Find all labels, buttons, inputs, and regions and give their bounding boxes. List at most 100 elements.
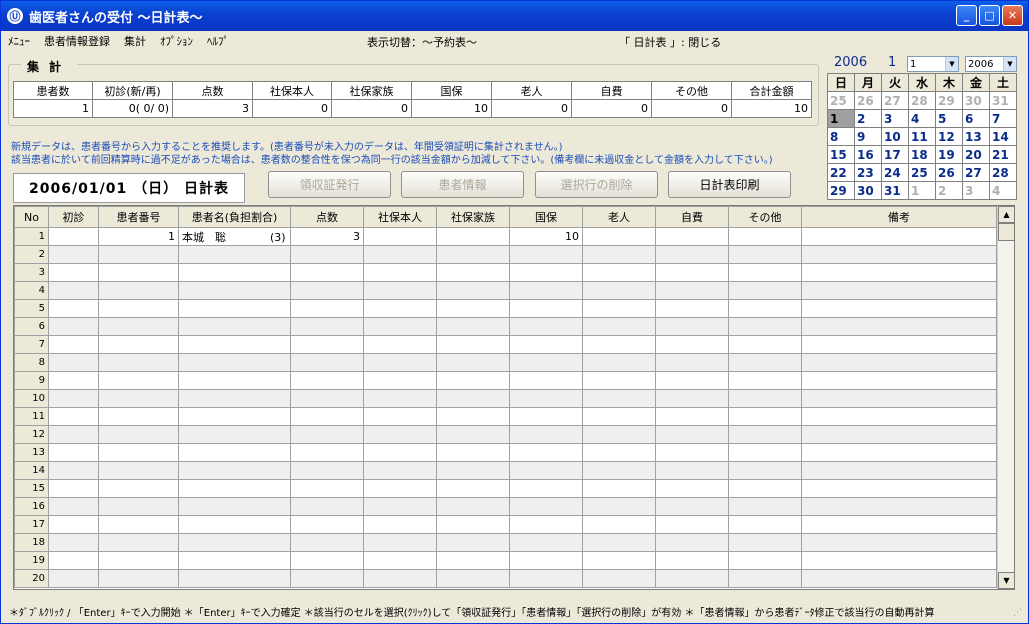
- grid-cell[interactable]: 3: [290, 227, 364, 246]
- table-row[interactable]: 19: [14, 551, 997, 570]
- grid-cell[interactable]: [655, 461, 729, 480]
- scroll-thumb[interactable]: [998, 223, 1014, 241]
- grid-column-header[interactable]: 自費: [655, 206, 729, 228]
- table-row[interactable]: 7: [14, 335, 997, 354]
- grid-cell[interactable]: [801, 389, 997, 408]
- grid-cell[interactable]: [436, 479, 510, 498]
- grid-cell[interactable]: [582, 353, 656, 372]
- grid-cell[interactable]: [98, 407, 179, 426]
- grid-column-header[interactable]: No: [14, 206, 49, 228]
- grid-cell[interactable]: [436, 569, 510, 588]
- calendar-day[interactable]: 17: [881, 145, 909, 164]
- grid-cell[interactable]: [48, 227, 99, 246]
- calendar-day[interactable]: 26: [854, 91, 882, 110]
- grid-cell[interactable]: [436, 551, 510, 570]
- grid-cell[interactable]: [509, 371, 583, 390]
- grid-cell[interactable]: [178, 515, 291, 534]
- grid-cell[interactable]: [728, 443, 802, 462]
- grid-cell[interactable]: [436, 389, 510, 408]
- table-row[interactable]: 2: [14, 245, 997, 264]
- table-row[interactable]: 12: [14, 425, 997, 444]
- calendar-day[interactable]: 3: [962, 181, 990, 200]
- grid-cell[interactable]: [801, 281, 997, 300]
- grid-cell[interactable]: [98, 461, 179, 480]
- grid-cell[interactable]: [801, 227, 997, 246]
- grid-cell[interactable]: [98, 533, 179, 552]
- calendar-day[interactable]: 1: [908, 181, 936, 200]
- receipt-button[interactable]: 領収証発行: [268, 171, 391, 198]
- grid-cell[interactable]: [290, 407, 364, 426]
- grid-cell[interactable]: [655, 227, 729, 246]
- grid-cell[interactable]: [582, 371, 656, 390]
- calendar-day[interactable]: 19: [935, 145, 963, 164]
- calendar-day[interactable]: 9: [854, 127, 882, 146]
- grid-cell[interactable]: [728, 299, 802, 318]
- grid-cell[interactable]: [728, 353, 802, 372]
- grid-cell[interactable]: [509, 479, 583, 498]
- grid-cell[interactable]: [48, 299, 99, 318]
- grid-cell[interactable]: [178, 551, 291, 570]
- grid-cell[interactable]: [363, 461, 437, 480]
- grid-cell[interactable]: [290, 335, 364, 354]
- grid-cell[interactable]: [655, 371, 729, 390]
- grid-cell[interactable]: [363, 263, 437, 282]
- grid-cell[interactable]: [801, 407, 997, 426]
- grid-cell[interactable]: [48, 281, 99, 300]
- grid-cell[interactable]: [98, 371, 179, 390]
- grid-cell[interactable]: [436, 353, 510, 372]
- calendar-day[interactable]: 22: [827, 163, 855, 182]
- grid-cell[interactable]: [801, 533, 997, 552]
- grid-cell[interactable]: [509, 551, 583, 570]
- calendar-day[interactable]: 26: [935, 163, 963, 182]
- grid-cell[interactable]: [582, 443, 656, 462]
- grid-cell[interactable]: [801, 443, 997, 462]
- grid-cell[interactable]: [582, 281, 656, 300]
- grid-cell[interactable]: [178, 461, 291, 480]
- grid-cell[interactable]: [801, 479, 997, 498]
- calendar-day[interactable]: 12: [935, 127, 963, 146]
- chevron-down-icon[interactable]: ▼: [1003, 57, 1016, 71]
- grid-cell[interactable]: [98, 497, 179, 516]
- grid-cell[interactable]: [509, 407, 583, 426]
- grid-cell[interactable]: [290, 533, 364, 552]
- grid-cell[interactable]: [728, 461, 802, 480]
- table-row[interactable]: 13: [14, 443, 997, 462]
- grid-cell[interactable]: [363, 299, 437, 318]
- grid-cell[interactable]: [363, 389, 437, 408]
- grid-cell[interactable]: [728, 551, 802, 570]
- resize-grip-icon[interactable]: ⋰: [1013, 608, 1025, 620]
- grid-cell[interactable]: [655, 443, 729, 462]
- grid-cell[interactable]: [363, 227, 437, 246]
- grid-cell[interactable]: [363, 551, 437, 570]
- grid-cell[interactable]: [290, 515, 364, 534]
- calendar-day[interactable]: 16: [854, 145, 882, 164]
- grid-cell[interactable]: [98, 551, 179, 570]
- minimize-icon[interactable]: _: [956, 5, 977, 26]
- menu-item-patient-registration[interactable]: 患者情報登録: [37, 33, 117, 49]
- grid-cell[interactable]: [363, 371, 437, 390]
- grid-cell[interactable]: 本城 聡 (3): [178, 227, 291, 246]
- table-row[interactable]: 6: [14, 317, 997, 336]
- calendar-day[interactable]: 29: [827, 181, 855, 200]
- grid-cell[interactable]: [509, 335, 583, 354]
- table-row[interactable]: 16: [14, 497, 997, 516]
- grid-cell[interactable]: [509, 443, 583, 462]
- table-row[interactable]: 1 1 本城 聡 (3) 3 10: [14, 227, 997, 246]
- calendar-day[interactable]: 28: [989, 163, 1017, 182]
- grid-cell[interactable]: [436, 263, 510, 282]
- grid-cell[interactable]: [363, 479, 437, 498]
- grid-cell[interactable]: [363, 425, 437, 444]
- grid-cell[interactable]: [801, 425, 997, 444]
- grid-cell[interactable]: [582, 533, 656, 552]
- grid-column-header[interactable]: 備考: [801, 206, 997, 228]
- grid-cell[interactable]: [98, 515, 179, 534]
- calendar-day[interactable]: 2: [854, 109, 882, 128]
- menu-item-options[interactable]: ｵﾌﾟｼｮﾝ: [153, 33, 200, 49]
- calendar-day[interactable]: 28: [908, 91, 936, 110]
- grid-cell[interactable]: [363, 281, 437, 300]
- grid-cell[interactable]: [582, 317, 656, 336]
- grid-cell[interactable]: [509, 317, 583, 336]
- grid-cell[interactable]: [436, 533, 510, 552]
- calendar-day[interactable]: 30: [854, 181, 882, 200]
- grid-cell[interactable]: [728, 407, 802, 426]
